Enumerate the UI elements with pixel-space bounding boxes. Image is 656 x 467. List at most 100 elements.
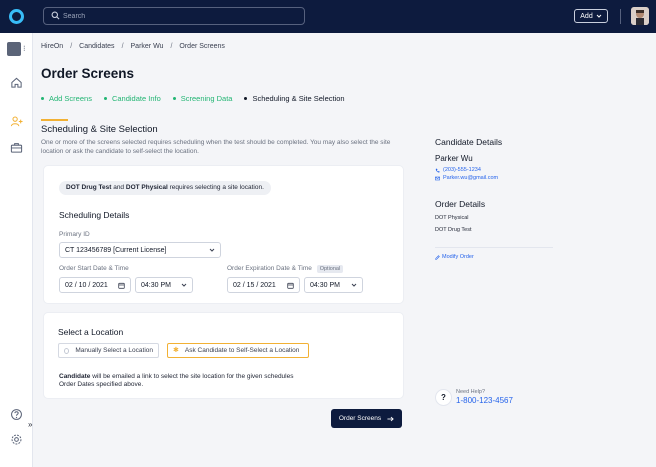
modify-order-link[interactable]: Modify Order bbox=[435, 254, 474, 260]
order-item: DOT Drug Test bbox=[435, 227, 472, 233]
page-title: Order Screens bbox=[41, 66, 135, 81]
expand-sidebar-icon[interactable]: » bbox=[28, 420, 32, 429]
step-label: Scheduling & Site Selection bbox=[252, 94, 345, 103]
breadcrumb-item[interactable]: Parker Wu bbox=[131, 43, 164, 50]
mail-icon bbox=[435, 176, 440, 180]
step-scheduling: Scheduling & Site Selection bbox=[244, 94, 345, 103]
radio-circle-icon bbox=[64, 347, 70, 354]
chevron-down-icon bbox=[596, 14, 602, 18]
briefcase-icon[interactable] bbox=[10, 141, 23, 154]
start-time-value: 04:30 PM bbox=[141, 281, 171, 289]
expiration-time-value: 04:30 PM bbox=[310, 281, 340, 289]
order-item: DOT Physical bbox=[435, 215, 469, 221]
add-button-label: Add bbox=[580, 12, 593, 20]
workspace-switcher[interactable] bbox=[7, 42, 21, 56]
start-time-select[interactable]: 04:30 PM bbox=[135, 277, 193, 293]
breadcrumb: HireOn / Candidates / Parker Wu / Order … bbox=[41, 43, 225, 50]
manual-location-radio[interactable]: Manually Select a Location bbox=[58, 343, 159, 358]
calendar-icon bbox=[287, 282, 294, 289]
user-avatar[interactable] bbox=[631, 7, 649, 25]
search-icon bbox=[51, 11, 60, 20]
expiration-label-text: Order Expiration Date & Time bbox=[227, 265, 312, 272]
calendar-icon bbox=[118, 282, 125, 289]
step-candidate-info[interactable]: Candidate Info bbox=[103, 94, 161, 103]
selected-star-icon: ✱ bbox=[173, 346, 179, 354]
settings-gear-icon[interactable] bbox=[10, 433, 23, 446]
topbar-divider bbox=[620, 9, 621, 24]
expiration-date-label: Order Expiration Date & Time Optional bbox=[227, 265, 344, 273]
person-photo-icon bbox=[631, 7, 649, 25]
top-bar: Add bbox=[0, 0, 656, 33]
email-text: Parker.wu@gmail.com bbox=[443, 175, 499, 181]
notice-test-name: DOT Physical bbox=[125, 184, 168, 191]
note-bold: Candidate bbox=[59, 373, 91, 380]
breadcrumb-separator: / bbox=[121, 43, 124, 50]
chevron-down-icon bbox=[181, 283, 187, 287]
step-label: Screening Data bbox=[180, 94, 233, 103]
app-logo-icon[interactable] bbox=[9, 9, 24, 24]
step-screening-data[interactable]: Screening Data bbox=[172, 94, 233, 103]
pencil-icon bbox=[435, 254, 440, 260]
candidate-email[interactable]: Parker.wu@gmail.com bbox=[435, 175, 498, 181]
scheduling-details-title: Scheduling Details bbox=[59, 210, 130, 220]
start-date-value: 02 / 10 / 2021 bbox=[65, 281, 108, 289]
step-label: Add Screens bbox=[49, 94, 92, 103]
help-question-icon[interactable]: ? bbox=[435, 389, 452, 406]
breadcrumb-item[interactable]: Candidates bbox=[79, 43, 114, 50]
start-date-label: Order Start Date & Time bbox=[59, 265, 129, 272]
expiration-date-input[interactable]: 02 / 15 / 2021 bbox=[227, 277, 300, 293]
candidate-details-heading: Candidate Details bbox=[435, 137, 503, 147]
home-icon[interactable] bbox=[10, 76, 23, 89]
section-title: Scheduling & Site Selection bbox=[41, 124, 158, 135]
expiration-date-value: 02 / 15 / 2021 bbox=[233, 281, 276, 289]
step-add-screens[interactable]: Add Screens bbox=[41, 94, 92, 103]
more-icon[interactable]: ⁝ bbox=[23, 44, 26, 53]
breadcrumb-separator: / bbox=[170, 43, 173, 50]
step-done-dot bbox=[103, 97, 107, 100]
notice-text: requires selecting a site location. bbox=[169, 184, 264, 191]
breadcrumb-item[interactable]: HireOn bbox=[41, 43, 63, 50]
add-user-icon[interactable] bbox=[10, 115, 23, 128]
radio-label: Ask Candidate to Self-Select a Location bbox=[184, 347, 300, 354]
notice-test-name: DOT Drug Test bbox=[66, 184, 112, 191]
add-button[interactable]: Add bbox=[574, 9, 608, 23]
help-icon[interactable] bbox=[10, 408, 23, 421]
step-done-dot bbox=[41, 97, 44, 100]
note-text: Order Dates specified above. bbox=[59, 381, 144, 388]
search-box[interactable] bbox=[43, 7, 305, 25]
expiration-time-select[interactable]: 04:30 PM bbox=[304, 277, 363, 293]
step-label: Candidate Info bbox=[111, 94, 161, 103]
modify-order-label: Modify Order bbox=[442, 254, 474, 260]
order-screens-label: Order Screens bbox=[338, 415, 382, 422]
candidate-phone[interactable]: (203)-555-1234 bbox=[435, 167, 481, 173]
primary-id-value: CT 123456789 [Current License] bbox=[65, 246, 167, 254]
note-text: will be emailed a link to select the sit… bbox=[92, 373, 294, 380]
phone-icon bbox=[435, 168, 440, 172]
step-done-dot bbox=[172, 97, 176, 100]
need-help-label: Need Help? bbox=[456, 389, 486, 395]
step-current-dot bbox=[244, 97, 248, 100]
section-accent-bar bbox=[41, 119, 68, 121]
chevron-down-icon bbox=[351, 283, 357, 287]
breadcrumb-separator: / bbox=[70, 43, 73, 50]
help-phone-link[interactable]: 1-800-123-4567 bbox=[456, 396, 513, 405]
select-location-title: Select a Location bbox=[58, 327, 124, 337]
radio-label: Manually Select a Location bbox=[75, 347, 153, 354]
arrow-right-icon bbox=[387, 416, 394, 421]
primary-id-label: Primary ID bbox=[59, 231, 90, 238]
self-select-location-radio[interactable]: ✱ Ask Candidate to Self-Select a Locatio… bbox=[167, 343, 309, 358]
location-card: Select a Location Manually Select a Loca… bbox=[43, 312, 404, 399]
scheduling-card: DOT Drug Test and DOT Physical requires … bbox=[43, 165, 404, 304]
section-description: One or more of the screens selected requ… bbox=[41, 139, 391, 155]
email-link-note: Candidate will be emailed a link to sele… bbox=[59, 373, 319, 389]
order-details-heading: Order Details bbox=[435, 199, 486, 209]
primary-id-select[interactable]: CT 123456789 [Current License] bbox=[59, 242, 221, 258]
start-date-input[interactable]: 02 / 10 / 2021 bbox=[59, 277, 131, 293]
right-panel-divider bbox=[435, 247, 553, 248]
order-screens-button[interactable]: Order Screens bbox=[331, 409, 402, 428]
chevron-down-icon bbox=[209, 248, 215, 252]
progress-steps: Add Screens Candidate Info Screening Dat… bbox=[41, 94, 345, 103]
breadcrumb-item-current: Order Screens bbox=[179, 43, 225, 50]
search-input[interactable] bbox=[63, 10, 293, 22]
site-location-notice: DOT Drug Test and DOT Physical requires … bbox=[59, 181, 271, 195]
